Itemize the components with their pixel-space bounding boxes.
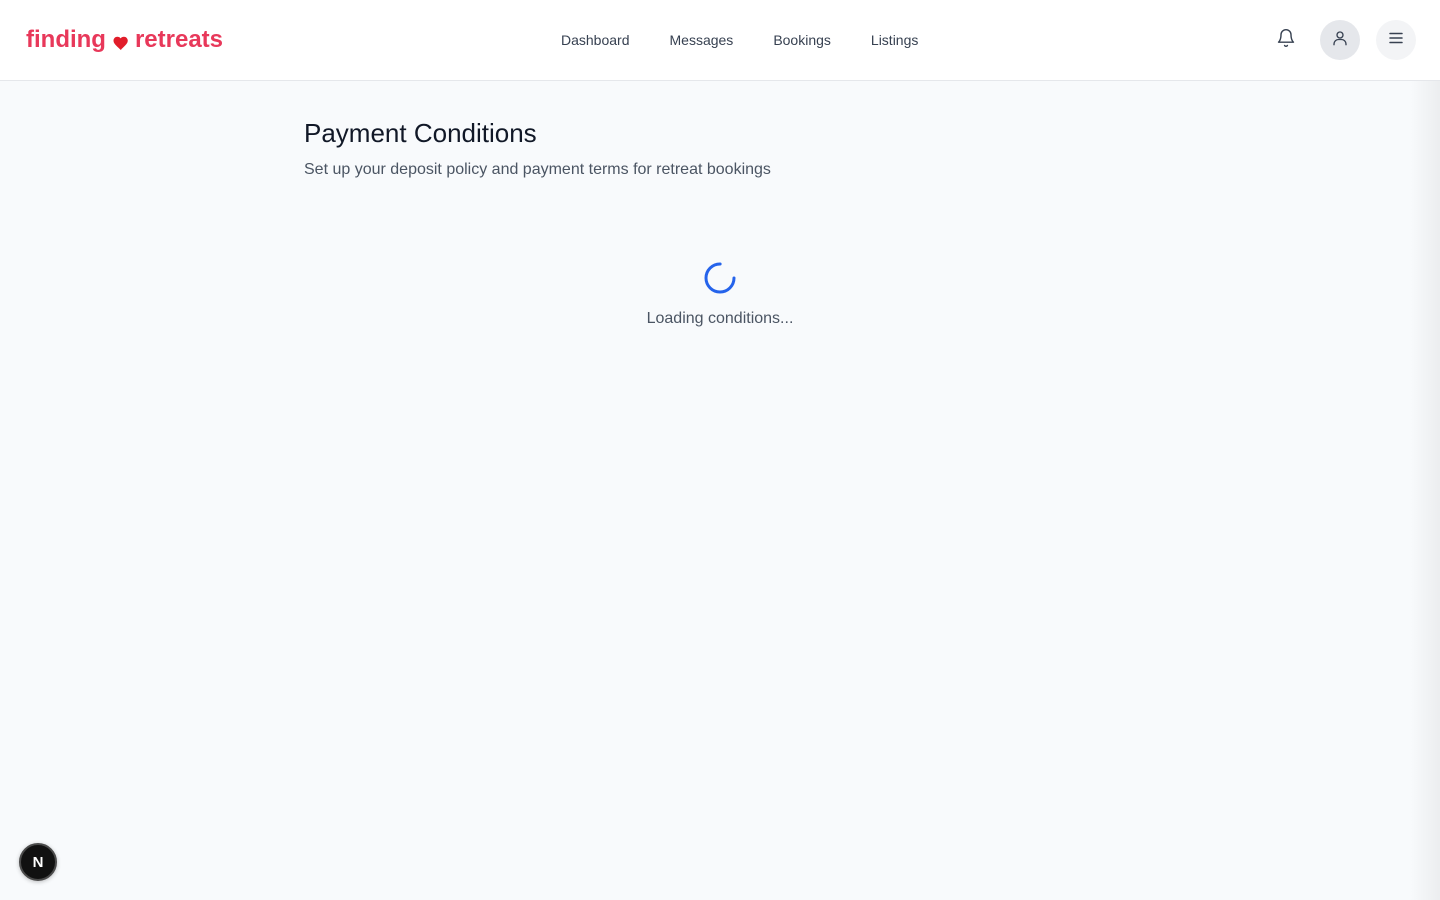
page-subtitle: Set up your deposit policy and payment t… [304,161,771,178]
nav-messages[interactable]: Messages [650,32,754,48]
heart-icon [112,31,130,51]
loading-state: Loading conditions... [304,261,1136,328]
user-icon [1331,29,1349,52]
profile-button[interactable] [1320,20,1360,60]
scroll-shadow [1410,81,1440,900]
page-title: Payment Conditions [304,118,537,148]
nav-listings[interactable]: Listings [851,32,938,48]
brand-name-right: retreats [134,26,224,53]
nav-bookings[interactable]: Bookings [753,32,851,48]
notifications-button[interactable] [1266,20,1306,60]
top-header: finding retreats Dashboard Messages Book… [0,0,1440,81]
loading-spinner-icon [703,261,737,295]
bell-icon [1276,28,1296,53]
menu-button[interactable] [1376,20,1416,60]
hamburger-menu-icon [1387,29,1405,52]
dev-tools-badge[interactable]: N [19,843,57,881]
loading-text: Loading conditions... [646,310,794,327]
brand-name-left: finding [26,26,106,53]
dev-badge-label: N [32,853,44,871]
brand-logo[interactable]: finding retreats [26,24,223,56]
nav-dashboard[interactable]: Dashboard [541,32,650,48]
main-nav: Dashboard Messages Bookings Listings [541,20,938,60]
main-content: Payment Conditions Set up your deposit p… [304,81,1136,327]
